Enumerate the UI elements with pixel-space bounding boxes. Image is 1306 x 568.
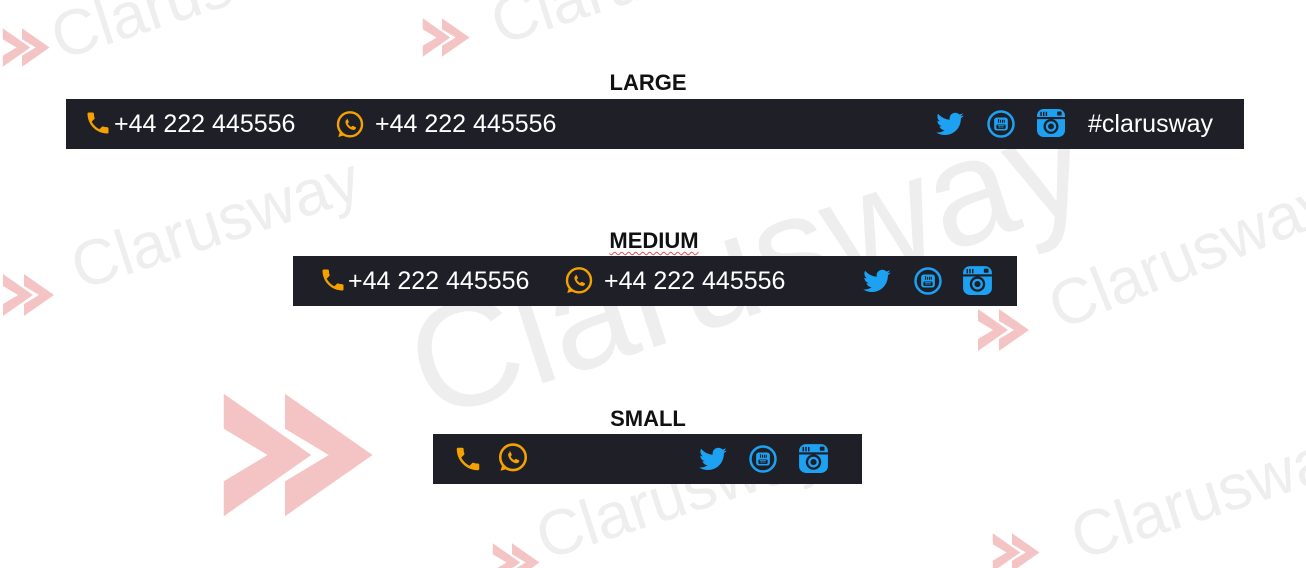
whatsapp-icon[interactable] bbox=[496, 441, 530, 475]
watermark-text: Clarusway bbox=[1038, 164, 1306, 343]
twitter-icon[interactable] bbox=[697, 444, 729, 474]
youtube-icon[interactable] bbox=[986, 109, 1016, 139]
small-topbar bbox=[433, 434, 862, 484]
phone-icon[interactable] bbox=[319, 266, 347, 294]
hashtag-link[interactable]: #clarusway bbox=[1088, 99, 1213, 149]
large-phone-number[interactable]: +44 222 445556 bbox=[114, 99, 295, 149]
watermark-text: Clarusway bbox=[1062, 413, 1306, 568]
medium-whatsapp-number[interactable]: +44 222 445556 bbox=[604, 256, 785, 306]
watermark-text: Clarusway bbox=[42, 0, 348, 73]
medium-section-label: MEDIUM bbox=[609, 228, 699, 253]
twitter-icon[interactable] bbox=[934, 109, 966, 139]
phone-icon[interactable] bbox=[453, 444, 483, 474]
whatsapp-icon[interactable] bbox=[334, 109, 366, 141]
twitter-icon[interactable] bbox=[861, 266, 893, 296]
youtube-icon[interactable] bbox=[748, 444, 778, 474]
medium-phone-number[interactable]: +44 222 445556 bbox=[348, 256, 529, 306]
small-section-label: SMALL bbox=[610, 406, 686, 431]
watermark-text: Clarusway bbox=[482, 0, 788, 58]
instagram-icon[interactable] bbox=[961, 264, 994, 297]
medium-topbar: +44 222 445556 +44 222 445556 bbox=[293, 256, 1017, 306]
youtube-icon[interactable] bbox=[913, 266, 943, 296]
large-whatsapp-number[interactable]: +44 222 445556 bbox=[375, 99, 556, 149]
large-topbar: +44 222 445556 +44 222 445556 #clarusway bbox=[66, 99, 1244, 149]
instagram-icon[interactable] bbox=[797, 442, 830, 475]
whatsapp-icon[interactable] bbox=[563, 265, 595, 297]
instagram-icon[interactable] bbox=[1035, 107, 1067, 139]
phone-icon[interactable] bbox=[84, 109, 112, 137]
large-section-label: LARGE bbox=[609, 70, 687, 95]
